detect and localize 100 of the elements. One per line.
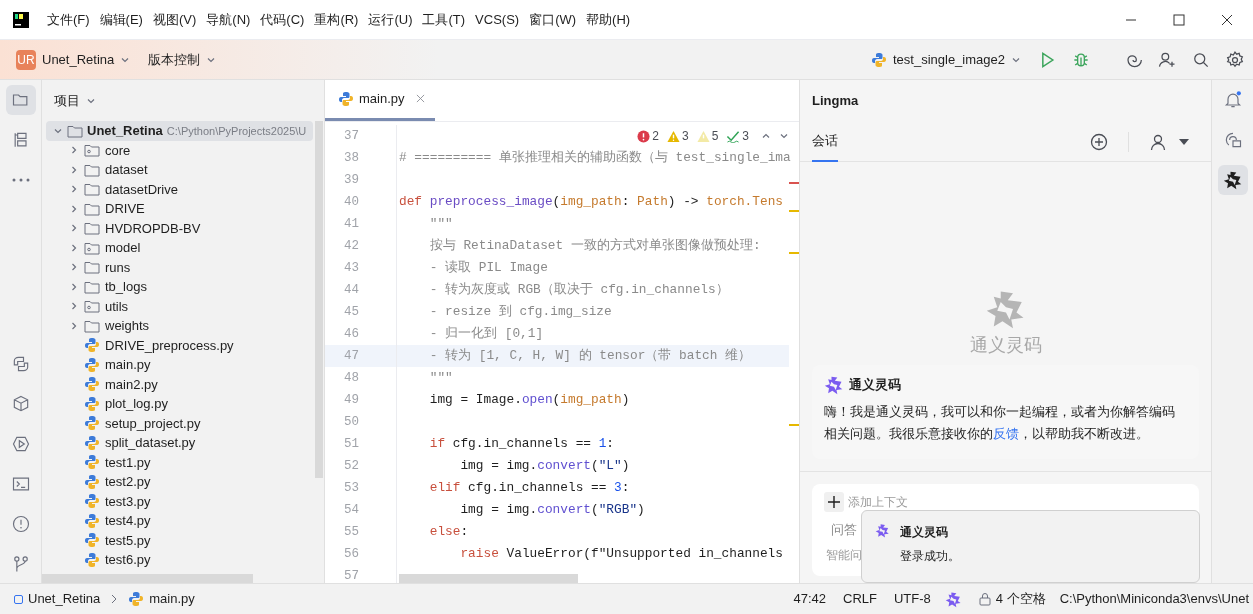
input-hint: 智能问 <box>826 546 862 564</box>
tree-item[interactable]: main.py <box>46 355 313 375</box>
scrollbar[interactable] <box>42 574 253 583</box>
folder-icon <box>84 318 100 333</box>
folder-icon <box>84 279 100 294</box>
check-icon <box>726 129 741 143</box>
tree-item[interactable]: model <box>46 238 313 258</box>
chevron-up-icon[interactable] <box>761 131 771 141</box>
lingma-tool-button[interactable] <box>1217 165 1248 195</box>
feedback-link[interactable]: 反馈 <box>993 426 1019 441</box>
collapse-chevron-icon[interactable] <box>69 184 79 195</box>
collapse-chevron-icon[interactable] <box>69 262 79 273</box>
more-icon <box>11 178 30 182</box>
tree-item[interactable]: HVDROPDB-BV <box>46 218 313 238</box>
tree-item[interactable]: tb_logs <box>46 277 313 297</box>
collapse-chevron-icon[interactable] <box>69 281 79 292</box>
code-line: - 读取 PIL Image <box>428 259 549 277</box>
empty-state-title: 通义灵码 <box>969 334 1042 357</box>
project-path: C:\Python\PyProjects2025\U <box>166 123 307 139</box>
settings-icon[interactable] <box>1225 49 1245 70</box>
menu-item[interactable]: 视图(V) <box>152 9 197 30</box>
tree-item[interactable]: main2.py <box>46 374 313 394</box>
caret-position[interactable]: 47:42 <box>793 589 827 609</box>
menu-item[interactable]: 运行(U) <box>368 9 413 30</box>
menu-item[interactable]: 导航(N) <box>206 9 251 30</box>
tree-item[interactable]: DRIVE <box>46 199 313 219</box>
run-config-selector[interactable]: test_single_image2 <box>870 49 1021 70</box>
tree-item[interactable]: test2.py <box>46 472 313 492</box>
panel-title[interactable]: 项目 <box>54 90 80 111</box>
vcs-menu[interactable]: 版本控制 <box>148 49 217 70</box>
inspection-counter[interactable]: 5 <box>696 127 719 145</box>
mode-label[interactable]: 问答 <box>831 520 857 540</box>
lingma-icon <box>875 523 890 538</box>
code-line: # ========== 单张推理相关的辅助函数（与 test_single_ima <box>398 149 789 167</box>
tree-item[interactable]: test5.py <box>46 530 313 550</box>
collapse-chevron-icon[interactable] <box>69 203 79 214</box>
folder-icon <box>67 123 83 138</box>
tree-item[interactable]: DRIVE_preprocess.py <box>46 335 313 355</box>
file-encoding[interactable]: UTF-8 <box>894 589 931 609</box>
inspection-counter[interactable]: 3 <box>726 127 749 145</box>
collapse-chevron-icon[interactable] <box>69 320 79 331</box>
maximize-icon[interactable] <box>1173 13 1185 26</box>
breadcrumb[interactable]: Unet_Retina <box>14 589 101 609</box>
line-number: 39 <box>325 169 397 191</box>
code-line: raise ValueError(f"Unsupported in_channels <box>459 545 784 563</box>
dropdown-icon[interactable] <box>1179 138 1189 145</box>
line-number: 47 <box>325 345 397 367</box>
folder-tool-button[interactable] <box>5 85 36 115</box>
lingma-icon <box>824 375 844 395</box>
chat-tab[interactable]: 会话 <box>812 121 838 162</box>
menu-item[interactable]: 编辑(E) <box>99 9 143 30</box>
app-logo-icon <box>13 11 29 28</box>
scrollbar[interactable] <box>315 121 323 478</box>
collapse-chevron-icon[interactable] <box>69 242 79 253</box>
menu-item[interactable]: 工具(T) <box>422 9 466 30</box>
tree-item[interactable]: datasetDrive <box>46 179 313 199</box>
menu-item[interactable]: 帮助(H) <box>586 9 631 30</box>
collapse-chevron-icon[interactable] <box>69 145 79 156</box>
tree-item[interactable]: weights <box>46 316 313 336</box>
inspection-counter[interactable]: 3 <box>666 127 689 145</box>
python-file-icon <box>84 493 100 510</box>
tree-item[interactable]: setup_project.py <box>46 413 313 433</box>
tree-item[interactable]: Unet_Retina C:\Python\PyProjects2025\U <box>46 121 313 141</box>
project-selector[interactable]: UR Unet_Retina <box>16 49 131 70</box>
indent-setting[interactable]: 4 个空格 <box>977 589 1046 609</box>
add-icon[interactable] <box>1090 132 1108 151</box>
line-number: 53 <box>325 477 397 499</box>
line-separator[interactable]: CRLF <box>843 589 877 609</box>
tree-item[interactable]: core <box>46 140 313 160</box>
tree-item[interactable]: test3.py <box>46 491 313 511</box>
panel-title: Lingma <box>812 92 859 111</box>
problems-icon <box>10 514 31 534</box>
collapse-chevron-icon[interactable] <box>69 164 79 175</box>
tree-item[interactable]: test1.py <box>46 452 313 472</box>
python-file-icon <box>84 454 100 471</box>
user-icon[interactable] <box>1149 132 1167 151</box>
collapse-chevron-icon[interactable] <box>69 301 79 312</box>
interpreter[interactable]: C:\Python\Miniconda3\envs\Unet <box>1059 589 1249 609</box>
menu-item[interactable]: 文件(F) <box>47 9 90 30</box>
breadcrumb[interactable]: main.py <box>128 589 195 609</box>
tree-item[interactable]: dataset <box>46 160 313 180</box>
menu-item[interactable]: 窗口(W) <box>529 9 577 30</box>
chevron-down-icon[interactable] <box>779 131 789 141</box>
python-file-icon <box>84 415 100 432</box>
scrollbar[interactable] <box>399 574 578 583</box>
menu-item[interactable]: 代码(C) <box>260 9 305 30</box>
code-line: - 转为灰度或 RGB（取决于 cfg.in_channels） <box>428 281 730 299</box>
tree-item[interactable]: test4.py <box>46 511 313 531</box>
menu-item[interactable]: 重构(R) <box>314 9 359 30</box>
menu-item[interactable]: VCS(S) <box>475 9 520 30</box>
collapse-chevron-icon[interactable] <box>69 223 79 234</box>
tree-item[interactable]: split_dataset.py <box>46 433 313 453</box>
tree-item[interactable]: utils <box>46 296 313 316</box>
inspection-counter[interactable]: 2 <box>637 127 659 145</box>
module-folder-icon <box>84 299 100 314</box>
tree-item[interactable]: plot_log.py <box>46 394 313 414</box>
close-icon[interactable] <box>1221 13 1233 26</box>
tree-item[interactable]: runs <box>46 257 313 277</box>
tree-item[interactable]: test6.py <box>46 550 313 570</box>
line-number: 41 <box>325 213 397 235</box>
